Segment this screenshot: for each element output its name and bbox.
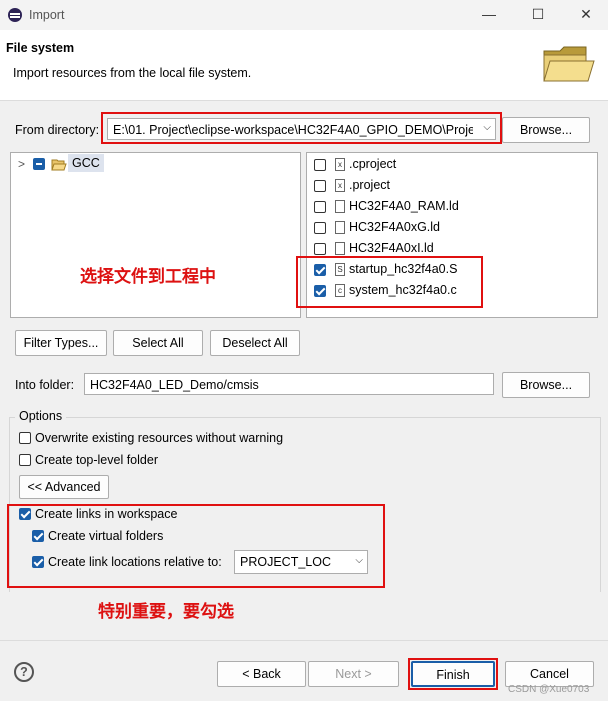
back-button[interactable]: < Back [217,661,306,687]
help-icon[interactable]: ? [14,662,34,682]
folder-tree[interactable]: > GCC [10,152,301,318]
file-name: HC32F4A0xG.ld [349,220,441,234]
window-title: Import [29,8,65,22]
highlight-files [296,256,483,308]
xml-file-icon: x [335,179,345,192]
highlight-directory [101,112,502,144]
overwrite-checkbox[interactable] [19,432,31,444]
select-all-button[interactable]: Select All [113,330,203,356]
close-button[interactable]: ✕ [576,4,596,24]
next-button[interactable]: Next > [308,661,399,687]
highlight-links [7,504,385,588]
page-description: Import resources from the local file sys… [13,66,252,80]
browse-folder-button[interactable]: Browse... [502,372,590,398]
maximize-button[interactable]: ☐ [528,4,548,24]
file-icon [335,221,345,234]
file-checkbox[interactable] [314,180,326,192]
overwrite-label: Overwrite existing resources without war… [35,431,284,445]
file-name: HC32F4A0_RAM.ld [349,199,459,213]
file-name: .project [349,178,390,192]
highlight-finish [408,658,498,690]
expand-icon[interactable]: > [18,157,25,171]
deselect-all-button[interactable]: Deselect All [210,330,300,356]
title-bar: Import — ☐ ✕ [0,0,608,30]
eclipse-icon [8,8,22,22]
browse-directory-button[interactable]: Browse... [502,117,590,143]
advanced-button[interactable]: << Advanced [19,475,109,499]
top-level-checkbox[interactable] [19,454,31,466]
top-level-label: Create top-level folder [35,453,158,467]
wizard-header: File system Import resources from the lo… [0,30,608,101]
into-folder-label: Into folder: [15,378,75,392]
footer-divider [0,640,608,641]
page-title: File system [6,41,75,55]
file-checkbox[interactable] [314,243,326,255]
file-checkbox[interactable] [314,222,326,234]
file-icon [335,242,345,255]
file-name: .cproject [349,157,397,171]
into-folder-value: HC32F4A0_LED_Demo/cmsis [90,378,259,392]
file-name: HC32F4A0xI.ld [349,241,434,255]
filter-types-button[interactable]: Filter Types... [15,330,107,356]
folder-open-icon [51,159,67,171]
folder-icon [543,46,595,82]
tree-root-label[interactable]: GCC [68,154,104,172]
annotation-select-files: 选择文件到工程中 [80,267,216,287]
annotation-important: 特别重要，要勾选 [98,602,234,622]
minimize-button[interactable]: — [479,4,499,24]
file-checkbox[interactable] [314,159,326,171]
from-directory-label: From directory: [15,123,100,137]
options-title: Options [15,409,67,423]
file-checkbox[interactable] [314,201,326,213]
watermark: CSDN @Xue0703 [508,684,590,695]
partial-checkbox[interactable] [33,158,45,170]
xml-file-icon: x [335,158,345,171]
file-icon [335,200,345,213]
into-folder-input[interactable]: HC32F4A0_LED_Demo/cmsis [84,373,494,395]
